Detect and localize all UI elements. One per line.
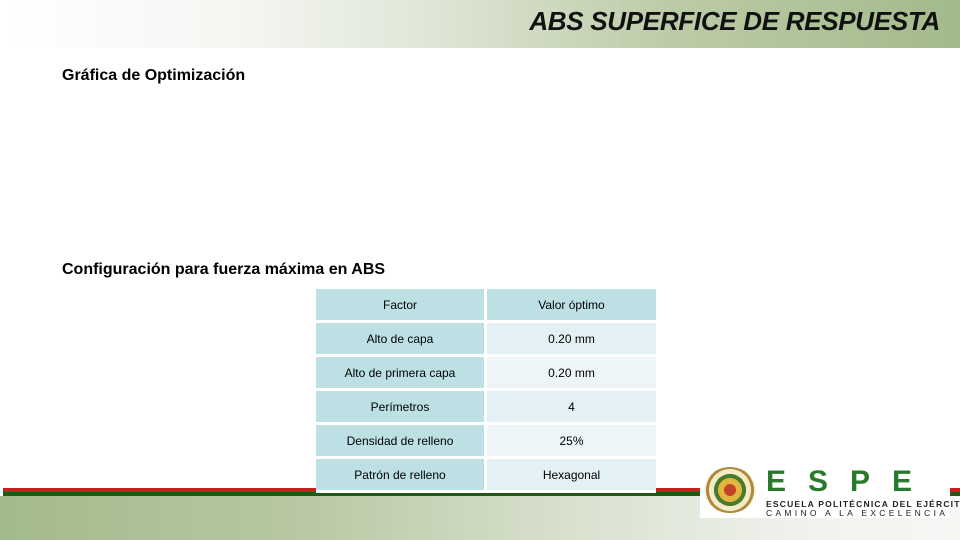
config-heading: Configuración para fuerza máxima en ABS [62,261,386,278]
logo-line2: CAMINO A LA EXCELENCIA [766,508,949,518]
logo-letters: ESPE [766,465,935,498]
row-factor: Densidad de relleno [316,425,487,456]
row-value: 0.20 mm [487,323,656,354]
espe-logo: ESPE ESCUELA POLITÉCNICA DEL EJÉRCITO CA… [700,463,960,518]
row-value: 0.20 mm [487,357,656,388]
table-row: Alto de primera capa 0.20 mm [316,357,656,388]
optimization-heading: Gráfica de Optimización [62,67,246,84]
table-row: Perímetros 4 [316,391,656,422]
table-row: Patrón de relleno Hexagonal [316,459,656,490]
header-factor: Factor [316,289,487,320]
row-value: Hexagonal [487,459,656,490]
slide-title: ABS SUPERFICE DE RESPUESTA [529,6,940,36]
row-factor: Patrón de relleno [316,459,487,490]
table-header-row: Factor Valor óptimo [316,289,656,320]
row-value: 25% [487,425,656,456]
university-crest-icon [704,467,756,513]
header-value: Valor óptimo [487,289,656,320]
row-value: 4 [487,391,656,422]
optimal-config-table: Factor Valor óptimo Alto de capa 0.20 mm… [316,286,656,493]
row-factor: Alto de primera capa [316,357,487,388]
row-factor: Perímetros [316,391,487,422]
table-row: Alto de capa 0.20 mm [316,323,656,354]
table-row: Densidad de relleno 25% [316,425,656,456]
row-factor: Alto de capa [316,323,487,354]
